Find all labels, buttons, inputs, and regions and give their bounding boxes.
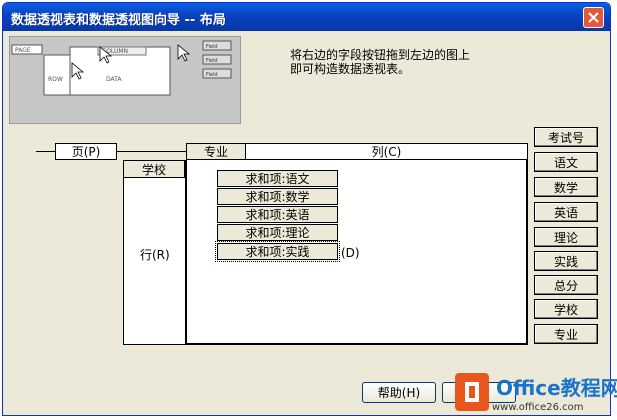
watermark: Office教程网 www.office26.com <box>452 370 617 418</box>
field-label: 学校 <box>553 302 578 317</box>
field-label: 总分 <box>553 278 578 293</box>
page-line-right <box>117 151 186 152</box>
field-button-chinese[interactable]: 语文 <box>534 152 598 172</box>
field-button-exam-id[interactable]: 考试号 <box>534 127 598 147</box>
window-title: 数据透视表和数据透视图向导 -- 布局 <box>11 13 226 28</box>
page-drop-area[interactable]: 页(P) <box>55 143 117 160</box>
preview-field-3: Field <box>206 72 218 78</box>
watermark-text: Office教程网 <box>496 376 617 400</box>
field-label: 专业 <box>553 327 578 342</box>
field-button-theory[interactable]: 理论 <box>534 227 598 247</box>
preview-data-label: DATA <box>106 76 122 83</box>
office-logo-icon <box>455 373 489 411</box>
data-field-label: 求和项:实践 <box>245 245 310 259</box>
instruction-text: 将右边的字段按钮拖到左边的图上 即可构造数据透视表。 <box>290 48 510 76</box>
title-bar[interactable]: 数据透视表和数据透视图向导 -- 布局 <box>3 3 610 31</box>
field-label: 理论 <box>553 230 578 245</box>
field-label: 数学 <box>553 180 578 195</box>
field-label: 实践 <box>553 254 578 269</box>
column-label: 列(C) <box>371 145 402 159</box>
field-button-school[interactable]: 学校 <box>534 299 598 319</box>
row-field-label: 学校 <box>141 162 166 177</box>
data-field-math[interactable]: 求和项:数学 <box>217 188 338 205</box>
preview-page-label: PAGE <box>15 47 31 54</box>
help-button-label: 帮助(H) <box>377 386 421 400</box>
field-button-total[interactable]: 总分 <box>534 275 598 295</box>
close-button[interactable] <box>583 7 604 28</box>
preview-field-2: Field <box>206 58 218 64</box>
instruction-line-1: 将右边的字段按钮拖到左边的图上 <box>290 48 471 62</box>
field-button-math[interactable]: 数学 <box>534 177 598 197</box>
field-label: 考试号 <box>547 130 584 145</box>
data-field-english[interactable]: 求和项:英语 <box>217 206 338 223</box>
instruction-line-2: 即可构造数据透视表。 <box>290 62 411 76</box>
data-field-chinese[interactable]: 求和项:语文 <box>217 170 338 187</box>
data-label: (D) <box>341 246 360 260</box>
data-field-label: 求和项:数学 <box>245 190 310 204</box>
row-field-school[interactable]: 学校 <box>123 160 185 178</box>
layout-preview-image: PAGE COLUMN ROW DATA Field Field Field <box>9 36 241 124</box>
data-field-label: 求和项:语文 <box>245 172 310 186</box>
field-button-major[interactable]: 专业 <box>534 324 598 344</box>
column-field-label: 专业 <box>203 145 228 159</box>
column-field-major[interactable]: 专业 <box>186 143 246 160</box>
field-label: 语文 <box>553 155 578 170</box>
preview-row-label: ROW <box>48 76 63 83</box>
watermark-url: www.office26.com <box>492 402 584 413</box>
preview-field-1: Field <box>206 44 218 50</box>
close-icon <box>588 12 599 23</box>
data-field-label: 求和项:英语 <box>245 208 310 222</box>
column-drop-area[interactable]: 列(C) <box>245 143 528 160</box>
field-label: 英语 <box>553 205 578 220</box>
page-label: 页(P) <box>71 145 101 159</box>
help-button[interactable]: 帮助(H) <box>362 382 436 403</box>
data-field-theory[interactable]: 求和项:理论 <box>217 224 338 241</box>
data-field-label: 求和项:理论 <box>245 226 310 240</box>
field-button-english[interactable]: 英语 <box>534 202 598 222</box>
page-line-left <box>36 151 55 152</box>
field-button-practice[interactable]: 实践 <box>534 251 598 271</box>
preview-diagram: PAGE COLUMN ROW DATA Field Field Field <box>11 40 232 96</box>
row-label: 行(R) <box>140 248 170 262</box>
data-field-practice[interactable]: 求和项:实践 <box>215 241 340 262</box>
